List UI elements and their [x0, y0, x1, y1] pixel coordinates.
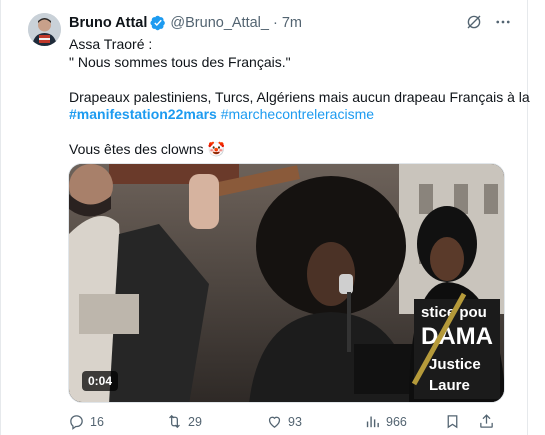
repost-button[interactable]: 29 [166, 413, 202, 430]
bookmark-icon [444, 413, 461, 430]
hashtag-link[interactable]: #marchecontreleracisme [221, 106, 374, 122]
tweet-header: Bruno Attal @Bruno_Attal_ · 7m [69, 13, 302, 33]
author-handle[interactable]: @Bruno_Attal_ [170, 15, 269, 31]
tweet-actions: 16 29 93 966 [68, 413, 505, 433]
views-chart-icon [364, 413, 381, 430]
timeline-right-border [527, 0, 528, 435]
tweet-text-line: Drapeaux palestiniens, Turcs, Algériens … [69, 88, 530, 105]
views-button[interactable]: 966 [364, 413, 407, 430]
sign-text: DAMA [421, 323, 493, 350]
repost-count: 29 [188, 414, 202, 429]
reply-button[interactable]: 16 [68, 413, 104, 430]
hashtag-line: #manifestation22mars #marchecontreleraci… [69, 106, 514, 124]
video-thumbnail: stice pou DAMA Justice Laure [69, 164, 504, 402]
video-duration: 0:04 [82, 371, 119, 391]
tweet-text-line: " Nous sommes tous des Français." [69, 53, 291, 70]
reply-icon [68, 413, 85, 430]
bookmark-button[interactable] [444, 413, 466, 430]
views-count: 966 [386, 414, 407, 429]
tweet-top-actions [465, 13, 512, 31]
sign-text: Justice [429, 356, 481, 373]
timestamp[interactable]: 7m [282, 15, 302, 31]
like-button[interactable]: 93 [266, 413, 302, 430]
tweet-text-line: Assa Traoré : [69, 36, 153, 52]
heart-icon [266, 413, 283, 430]
share-icon [478, 413, 495, 430]
repost-icon [166, 413, 183, 430]
avatar-image [28, 13, 61, 46]
video-player[interactable]: stice pou DAMA Justice Laure 0:04 [68, 163, 505, 403]
tweet-text: Assa Traoré : " Nous sommes tous des Fra… [69, 36, 530, 159]
avatar[interactable] [28, 13, 61, 46]
author-name[interactable]: Bruno Attal [69, 15, 147, 31]
verified-badge-icon [150, 15, 166, 31]
sign-text: Laure [429, 377, 470, 394]
more-options-icon[interactable] [494, 13, 512, 31]
share-button[interactable] [478, 413, 500, 430]
timeline-left-border [0, 0, 1, 435]
like-count: 93 [288, 414, 302, 429]
header-separator: · [272, 15, 278, 31]
reply-count: 16 [90, 414, 104, 429]
grok-icon[interactable] [465, 13, 483, 31]
tweet-text-line: Vous êtes des clowns 🤡 [69, 141, 225, 157]
hashtag-link[interactable]: #manifestation22mars [69, 106, 217, 122]
